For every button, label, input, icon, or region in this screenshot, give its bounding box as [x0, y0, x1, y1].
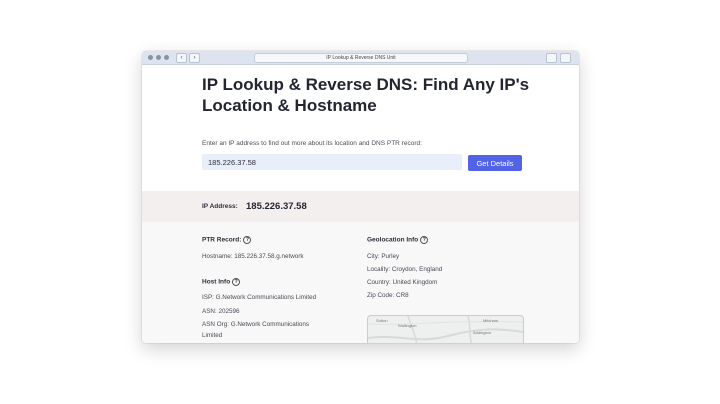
geolocation-info-title: Geolocation Info?: [367, 236, 429, 244]
page-subtitle: Enter an IP address to find out more abo…: [202, 140, 422, 147]
info-icon[interactable]: ?: [420, 236, 429, 244]
host-info-title: Host Info?: [202, 278, 241, 286]
host-asn-org: ASN Org: G.Network Communications: [202, 321, 310, 328]
geo-city: City: Purley: [367, 253, 400, 260]
host-asn-org-cont: Limited: [202, 332, 223, 339]
map-label-mitcham: Mitcham: [483, 318, 499, 323]
chevron-left-icon: ‹: [180, 55, 183, 61]
minimize-window-icon[interactable]: [156, 55, 161, 60]
ip-address-input[interactable]: [202, 154, 462, 170]
map-label-sutton: Sutton: [376, 318, 388, 323]
host-info-title-text: Host Info: [202, 278, 231, 286]
page-title: IP Lookup & Reverse DNS: Find Any IP's L…: [202, 75, 530, 115]
tabs-button[interactable]: [560, 53, 571, 63]
map-label-addington: Addington: [473, 330, 492, 335]
map-label-wallington: Wallington: [398, 323, 417, 328]
ip-address-label: IP Address:: [202, 203, 238, 210]
ptr-hostname: Hostname: 185.226.37.58.g.network: [202, 253, 304, 260]
geo-country: Country: United Kingdom: [367, 279, 438, 286]
close-window-icon[interactable]: [148, 55, 153, 60]
forward-button[interactable]: ›: [189, 53, 200, 63]
get-details-button[interactable]: Get Details: [468, 155, 522, 171]
host-asn: ASN: 202596: [202, 308, 240, 315]
details-section: PTR Record:? Hostname: 185.226.37.58.g.n…: [142, 222, 579, 343]
ptr-record-title: PTR Record:?: [202, 236, 252, 244]
address-bar[interactable]: IP Lookup & Reverse DNS Unit: [254, 53, 468, 63]
geo-zip: Zip Code: CR8: [367, 292, 409, 299]
browser-window: ‹ › IP Lookup & Reverse DNS Unit IP Look…: [142, 51, 579, 343]
host-isp: ISP: G.Network Communications Limited: [202, 294, 317, 301]
map-roads: [368, 316, 523, 343]
info-icon[interactable]: ?: [243, 236, 252, 244]
share-button[interactable]: [546, 53, 557, 63]
geo-locality: Locality: Croydon, England: [367, 266, 443, 273]
ip-address-value: 185.226.37.58: [246, 201, 307, 212]
browser-toolbar: ‹ › IP Lookup & Reverse DNS Unit: [142, 51, 579, 65]
location-map[interactable]: Wallington Addington Mitcham Sutton: [367, 315, 524, 343]
info-icon[interactable]: ?: [232, 278, 241, 286]
chevron-right-icon: ›: [193, 55, 196, 61]
ptr-record-title-text: PTR Record:: [202, 236, 242, 244]
hero-section: IP Lookup & Reverse DNS: Find Any IP's L…: [142, 65, 579, 191]
browser-actions: [546, 53, 571, 63]
maximize-window-icon[interactable]: [164, 55, 169, 60]
ip-result-band: IP Address: 185.226.37.58: [142, 191, 579, 222]
nav-buttons: ‹ ›: [176, 53, 200, 63]
window-controls: [148, 55, 169, 60]
geolocation-info-title-text: Geolocation Info: [367, 236, 419, 244]
back-button[interactable]: ‹: [176, 53, 187, 63]
